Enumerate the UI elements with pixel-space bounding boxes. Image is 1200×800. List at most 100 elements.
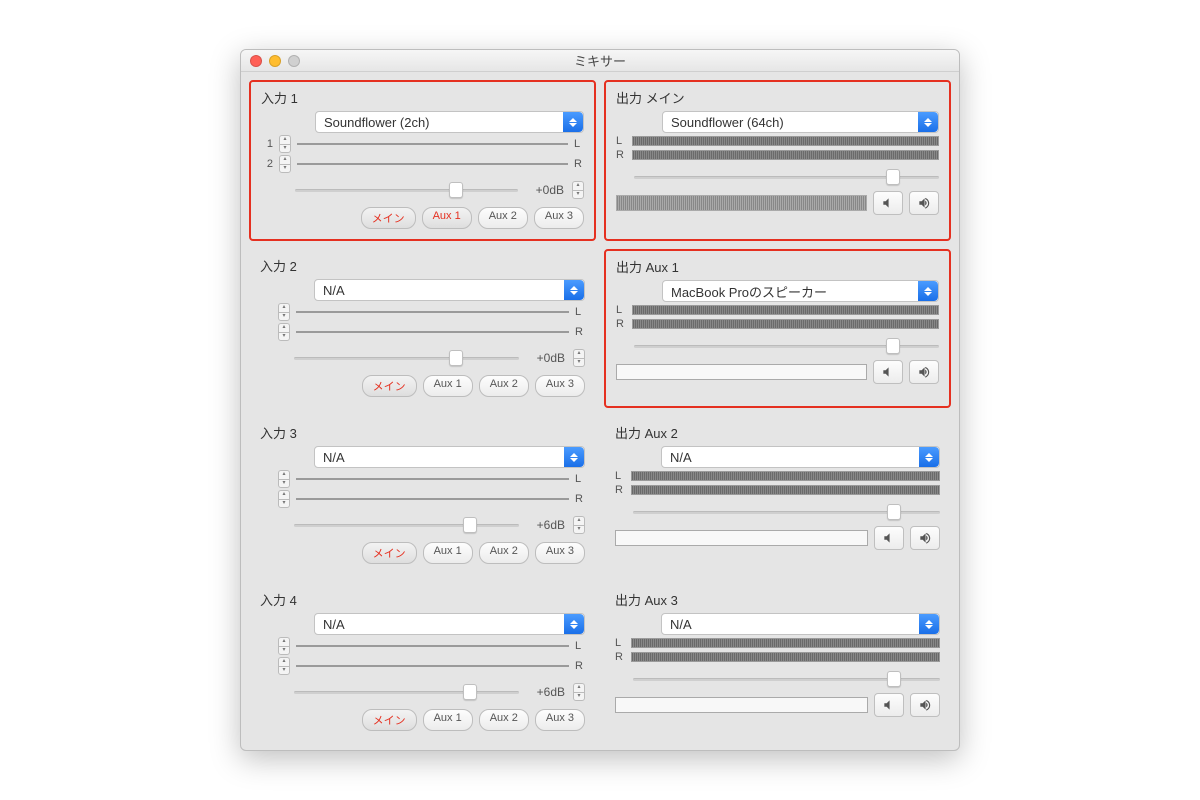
device-label: N/A: [323, 283, 345, 298]
gain-stepper[interactable]: ▴▾: [573, 349, 585, 367]
gain-value: +6dB: [527, 685, 565, 699]
l-label: L: [575, 473, 585, 485]
device-select[interactable]: N/A: [314, 446, 585, 468]
route-3[interactable]: Aux 3: [535, 375, 585, 397]
output-panel-1: 出力 メイン Soundflower (64ch) L R: [604, 80, 951, 241]
ch1-stepper[interactable]: ▴▾: [278, 470, 290, 488]
chevron-down-icon: [919, 614, 939, 634]
route-0[interactable]: メイン: [361, 207, 416, 229]
mute-button[interactable]: [874, 693, 904, 717]
panel-title: 入力 2: [260, 256, 585, 275]
route-row: メイン Aux 1 Aux 2 Aux 3: [260, 375, 585, 397]
route-1[interactable]: Aux 1: [423, 709, 473, 731]
route-2[interactable]: Aux 2: [479, 542, 529, 564]
speaker-loud-icon: [917, 365, 931, 379]
ch1-stepper[interactable]: ▴▾: [278, 637, 290, 655]
input-panel-3: 入力 3 N/A ▴▾ L ▴▾ R: [249, 416, 596, 575]
close-icon[interactable]: [250, 55, 262, 67]
solo-button[interactable]: [909, 191, 939, 215]
route-2[interactable]: Aux 2: [479, 709, 529, 731]
route-1[interactable]: Aux 1: [423, 542, 473, 564]
route-row: メイン Aux 1 Aux 2 Aux 3: [260, 542, 585, 564]
solo-button[interactable]: [910, 526, 940, 550]
input-panel-2: 入力 2 N/A ▴▾ L ▴▾ R: [249, 249, 596, 408]
ch2-label: 2: [261, 158, 273, 170]
route-0[interactable]: メイン: [362, 375, 417, 397]
input-panel-1: 入力 1 Soundflower (2ch) 1 ▴▾ L 2 ▴▾ R: [249, 80, 596, 241]
level-meter: [616, 364, 867, 380]
device-label: N/A: [670, 450, 692, 465]
device-select[interactable]: N/A: [314, 279, 585, 301]
route-row: メイン Aux 1 Aux 2 Aux 3: [261, 207, 584, 229]
gain-stepper[interactable]: ▴▾: [573, 683, 585, 701]
r-label: R: [615, 651, 625, 663]
meter-r: [631, 652, 940, 662]
volume-slider[interactable]: [634, 338, 939, 354]
device-select[interactable]: N/A: [661, 613, 940, 635]
route-0[interactable]: メイン: [362, 709, 417, 731]
mute-button[interactable]: [874, 526, 904, 550]
ch2-stepper[interactable]: ▴▾: [278, 323, 290, 341]
chevron-down-icon: [918, 112, 938, 132]
speaker-icon: [881, 365, 895, 379]
volume-slider[interactable]: [634, 169, 939, 185]
level-meter: [615, 530, 868, 546]
window-title: ミキサー: [241, 51, 959, 70]
device-label: Soundflower (64ch): [671, 115, 784, 130]
route-3[interactable]: Aux 3: [534, 207, 584, 229]
route-1[interactable]: Aux 1: [423, 375, 473, 397]
meter-l: [297, 143, 568, 145]
route-2[interactable]: Aux 2: [479, 375, 529, 397]
route-3[interactable]: Aux 3: [535, 709, 585, 731]
ch1-label: 1: [261, 138, 273, 150]
zoom-icon[interactable]: [288, 55, 300, 67]
output-panel-3: 出力 Aux 2 N/A L R: [604, 416, 951, 575]
chevron-down-icon: [564, 280, 584, 300]
solo-button[interactable]: [910, 693, 940, 717]
mute-button[interactable]: [873, 360, 903, 384]
ch2-stepper[interactable]: ▴▾: [278, 490, 290, 508]
device-label: N/A: [323, 450, 345, 465]
route-0[interactable]: メイン: [362, 542, 417, 564]
gain-slider[interactable]: [294, 350, 519, 366]
l-label: L: [615, 637, 625, 649]
gain-stepper[interactable]: ▴▾: [573, 516, 585, 534]
volume-slider[interactable]: [633, 504, 940, 520]
route-2[interactable]: Aux 2: [478, 207, 528, 229]
device-select[interactable]: Soundflower (2ch): [315, 111, 584, 133]
ch1-stepper[interactable]: ▴▾: [278, 303, 290, 321]
route-1[interactable]: Aux 1: [422, 207, 472, 229]
gain-slider[interactable]: [295, 182, 518, 198]
mixer-window: ミキサー 入力 1 Soundflower (2ch) 1 ▴▾ L 2 ▴▾ …: [240, 49, 960, 751]
meter-l: [631, 638, 940, 648]
gain-slider[interactable]: [294, 684, 519, 700]
gain-slider[interactable]: [294, 517, 519, 533]
l-label: L: [574, 138, 584, 150]
mute-button[interactable]: [873, 191, 903, 215]
r-label: R: [615, 484, 625, 496]
device-select[interactable]: Soundflower (64ch): [662, 111, 939, 133]
speaker-loud-icon: [918, 531, 932, 545]
ch2-stepper[interactable]: ▴▾: [278, 657, 290, 675]
speaker-icon: [882, 531, 896, 545]
speaker-icon: [882, 698, 896, 712]
solo-button[interactable]: [909, 360, 939, 384]
minimize-icon[interactable]: [269, 55, 281, 67]
meter-l: [296, 478, 569, 480]
meter-l: [631, 471, 940, 481]
device-select[interactable]: MacBook Proのスピーカー: [662, 280, 939, 302]
l-label: L: [575, 306, 585, 318]
meter-r: [631, 485, 940, 495]
device-select[interactable]: N/A: [314, 613, 585, 635]
ch1-stepper[interactable]: ▴▾: [279, 135, 291, 153]
meter-r: [296, 498, 569, 500]
l-label: L: [575, 640, 585, 652]
panel-title: 出力 Aux 2: [615, 423, 940, 442]
route-3[interactable]: Aux 3: [535, 542, 585, 564]
titlebar: ミキサー: [241, 50, 959, 72]
ch2-stepper[interactable]: ▴▾: [279, 155, 291, 173]
device-select[interactable]: N/A: [661, 446, 940, 468]
device-label: N/A: [323, 617, 345, 632]
volume-slider[interactable]: [633, 671, 940, 687]
gain-stepper[interactable]: ▴▾: [572, 181, 584, 199]
